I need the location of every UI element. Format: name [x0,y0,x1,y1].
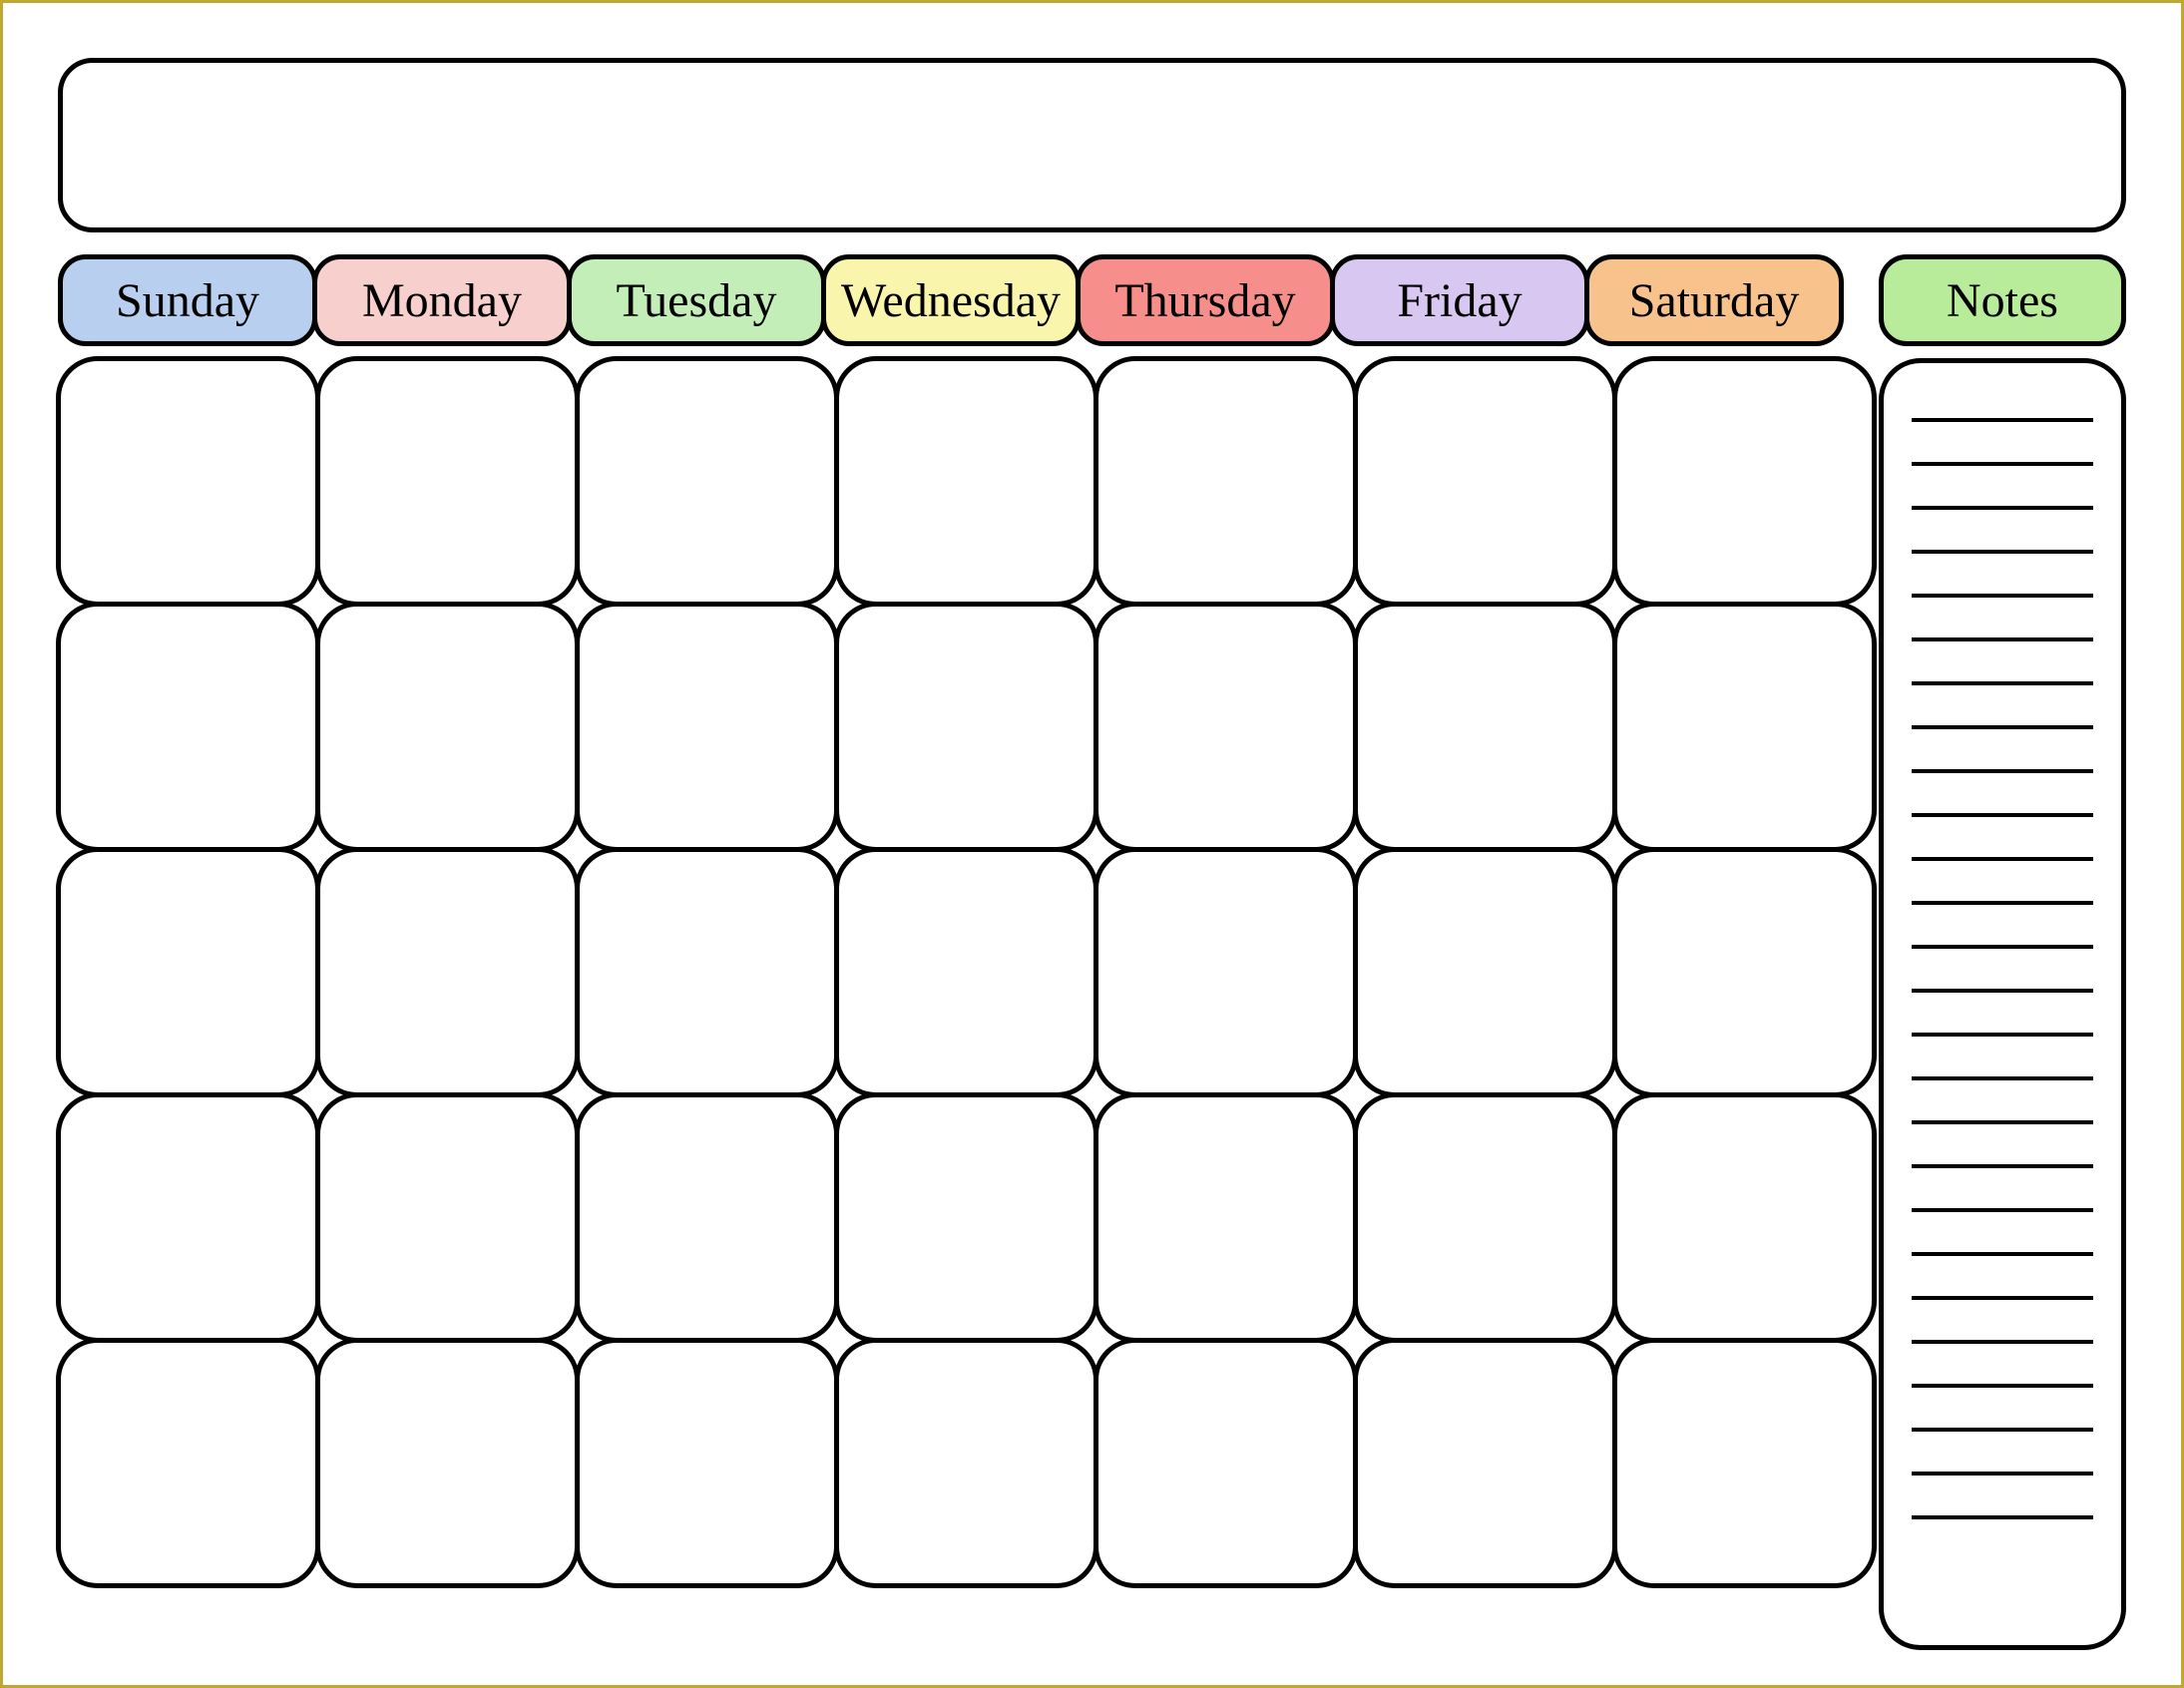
day-cell[interactable] [575,356,839,607]
header-saturday: Saturday [1584,254,1844,346]
day-cell[interactable] [1353,847,1617,1097]
note-line[interactable] [1912,1384,2093,1388]
day-cell[interactable] [1612,356,1877,607]
header-friday: Friday [1330,254,1589,346]
note-line[interactable] [1912,725,2093,729]
calendar-page: Sunday Monday Tuesday Wednesday Thursday… [0,0,2184,1688]
note-line[interactable] [1912,989,2093,993]
day-cell[interactable] [575,847,839,1097]
content-row: Sunday Monday Tuesday Wednesday Thursday… [58,254,2126,1650]
day-cell[interactable] [1612,847,1877,1097]
day-header-row: Sunday Monday Tuesday Wednesday Thursday… [58,254,1874,346]
note-line[interactable] [1912,1208,2093,1212]
note-line[interactable] [1912,1340,2093,1344]
note-line[interactable] [1912,550,2093,554]
header-sunday: Sunday [58,254,317,346]
notes-body[interactable] [1879,358,2126,1650]
day-cell[interactable] [1612,1092,1877,1343]
note-line[interactable] [1912,1428,2093,1432]
note-line[interactable] [1912,1472,2093,1476]
note-line[interactable] [1912,1120,2093,1124]
note-line[interactable] [1912,681,2093,685]
day-cell[interactable] [1353,602,1617,852]
day-cell[interactable] [834,1092,1098,1343]
day-cell[interactable] [1353,1338,1617,1588]
day-cell[interactable] [834,847,1098,1097]
note-line[interactable] [1912,462,2093,466]
note-line[interactable] [1912,1296,2093,1300]
note-line[interactable] [1912,945,2093,949]
day-cell[interactable] [56,356,320,607]
note-line[interactable] [1912,857,2093,861]
day-cell[interactable] [575,602,839,852]
day-cell[interactable] [1093,1338,1358,1588]
note-line[interactable] [1912,1252,2093,1256]
day-cell[interactable] [56,1092,320,1343]
day-cell[interactable] [1093,356,1358,607]
day-cell[interactable] [834,356,1098,607]
notes-column: Notes [1879,254,2126,1650]
note-line[interactable] [1912,1164,2093,1168]
note-line[interactable] [1912,1033,2093,1037]
calendar-grid [58,358,1874,1585]
day-cell[interactable] [315,602,580,852]
header-notes: Notes [1879,254,2126,346]
note-line[interactable] [1912,418,2093,422]
note-line[interactable] [1912,594,2093,598]
calendar-wrap: Sunday Monday Tuesday Wednesday Thursday… [58,254,1874,1650]
day-cell[interactable] [56,602,320,852]
day-cell[interactable] [56,847,320,1097]
day-cell[interactable] [834,602,1098,852]
note-line[interactable] [1912,637,2093,641]
day-cell[interactable] [1093,847,1358,1097]
day-cell[interactable] [1612,1338,1877,1588]
note-line[interactable] [1912,901,2093,905]
header-tuesday: Tuesday [567,254,826,346]
day-cell[interactable] [1612,602,1877,852]
note-line[interactable] [1912,769,2093,773]
day-cell[interactable] [575,1338,839,1588]
day-cell[interactable] [834,1338,1098,1588]
day-cell[interactable] [1353,1092,1617,1343]
note-line[interactable] [1912,1515,2093,1519]
header-monday: Monday [312,254,572,346]
day-cell[interactable] [1353,356,1617,607]
header-thursday: Thursday [1076,254,1335,346]
day-cell[interactable] [315,847,580,1097]
day-cell[interactable] [575,1092,839,1343]
day-cell[interactable] [1093,602,1358,852]
note-line[interactable] [1912,1076,2093,1080]
day-cell[interactable] [315,1092,580,1343]
day-cell[interactable] [1093,1092,1358,1343]
header-wednesday: Wednesday [821,254,1081,346]
title-bar[interactable] [58,58,2126,232]
note-line[interactable] [1912,506,2093,510]
day-cell[interactable] [315,1338,580,1588]
note-line[interactable] [1912,813,2093,817]
day-cell[interactable] [315,356,580,607]
day-cell[interactable] [56,1338,320,1588]
